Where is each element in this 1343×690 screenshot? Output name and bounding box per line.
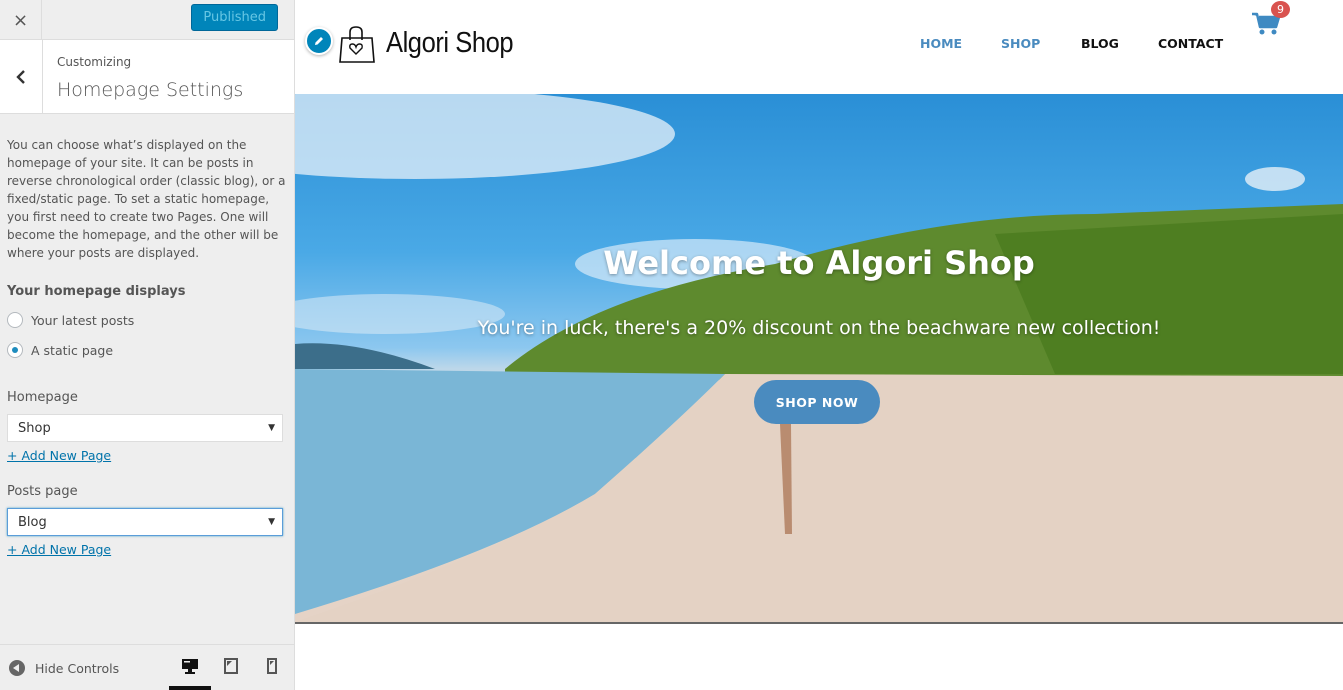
nav-blog[interactable]: BLOG — [1081, 36, 1119, 51]
chevron-left-icon — [16, 69, 25, 84]
caret-down-icon: ▼ — [268, 423, 275, 433]
tablet-icon — [224, 658, 238, 674]
nav-contact[interactable]: CONTACT — [1158, 36, 1223, 51]
radio-label: Your latest posts — [31, 312, 135, 328]
radio-latest-posts[interactable]: Your latest posts — [7, 312, 287, 328]
homepage-select[interactable]: Shop ▼ — [7, 414, 283, 442]
radio-button[interactable] — [7, 342, 23, 358]
tablet-preview-button[interactable] — [222, 657, 240, 675]
section-content: You can choose what’s displayed on the h… — [0, 114, 294, 558]
hide-controls-button[interactable]: Hide Controls — [9, 660, 119, 676]
cart-count-badge: 9 — [1271, 1, 1290, 18]
published-button[interactable]: Published — [191, 4, 278, 31]
mobile-icon — [267, 658, 277, 674]
description: You can choose what’s displayed on the h… — [7, 138, 286, 260]
nav-shop[interactable]: SHOP — [1001, 36, 1040, 51]
close-icon: × — [12, 9, 29, 31]
add-new-page-link-homepage[interactable]: + Add New Page — [7, 448, 111, 463]
active-device-indicator — [169, 686, 211, 690]
add-new-page-link-posts[interactable]: + Add New Page — [7, 542, 111, 557]
section-header: Customizing Homepage Settings — [0, 40, 294, 114]
hero-divider — [295, 622, 1343, 624]
homepage-label: Homepage — [7, 390, 78, 405]
radio-button[interactable] — [7, 312, 23, 328]
close-button[interactable]: × — [0, 0, 42, 40]
section-title: Homepage Settings — [57, 79, 244, 101]
select-value: Blog — [18, 514, 47, 530]
caret-down-icon: ▼ — [268, 517, 275, 527]
radio-label: A static page — [31, 342, 114, 358]
site-title[interactable]: Algori Shop — [386, 27, 514, 60]
customizer-footer: Hide Controls — [0, 644, 294, 690]
back-button[interactable] — [0, 40, 43, 113]
site-header: Algori Shop HOME SHOP BLOG CONTACT 9 — [295, 0, 1343, 94]
customizer-panel: × Published Customizing Homepage Setting… — [0, 0, 295, 690]
desktop-preview-button[interactable] — [181, 657, 199, 675]
breadcrumb: Customizing — [57, 55, 132, 69]
homepage-displays-label: Your homepage displays — [7, 284, 186, 299]
shop-now-button[interactable]: SHOP NOW — [754, 380, 880, 424]
hero-banner: Welcome to Algori Shop You're in luck, t… — [295, 94, 1343, 622]
hero-title: Welcome to Algori Shop — [603, 244, 1035, 282]
beach-background-image — [295, 94, 1343, 622]
shopping-bag-logo-icon — [339, 26, 375, 63]
collapse-icon — [9, 660, 25, 676]
site-preview: Algori Shop HOME SHOP BLOG CONTACT 9 Wel… — [295, 0, 1343, 690]
posts-page-label: Posts page — [7, 484, 78, 499]
pencil-icon — [315, 37, 323, 45]
nav-home[interactable]: HOME — [920, 36, 962, 51]
radio-static-page[interactable]: A static page — [7, 342, 287, 358]
desktop-icon — [182, 658, 198, 674]
hide-controls-label: Hide Controls — [35, 660, 120, 676]
customizer-topbar: × Published — [0, 0, 294, 40]
select-value: Shop — [18, 420, 51, 436]
hero-subtitle: You're in luck, there's a 20% discount o… — [477, 317, 1161, 339]
mobile-preview-button[interactable] — [263, 657, 281, 675]
posts-page-select[interactable]: Blog ▼ — [7, 508, 283, 536]
edit-shortcut-button[interactable] — [305, 27, 333, 55]
